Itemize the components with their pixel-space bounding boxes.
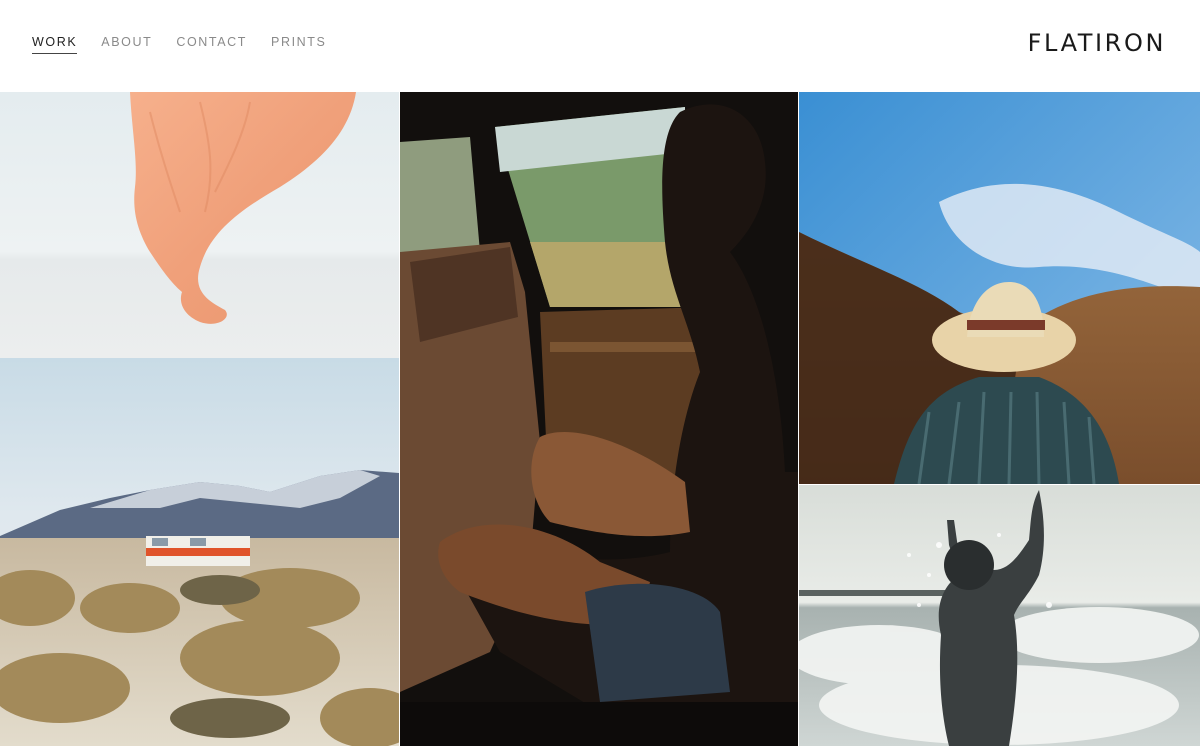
site-header: WORK ABOUT CONTACT PRINTS FLATIRON: [0, 0, 1200, 92]
photo-man-straw-hat[interactable]: [799, 92, 1200, 484]
nav-item-work[interactable]: WORK: [32, 35, 78, 54]
main-nav: WORK ABOUT CONTACT PRINTS: [32, 35, 350, 54]
nav-item-about[interactable]: ABOUT: [101, 35, 152, 54]
photo-peach-fabric[interactable]: [0, 92, 399, 358]
nav-item-contact[interactable]: CONTACT: [176, 35, 247, 54]
photo-woman-splashing-ocean[interactable]: [799, 485, 1200, 746]
site-logo[interactable]: FLATIRON: [1028, 29, 1166, 57]
nav-item-prints[interactable]: PRINTS: [271, 35, 326, 54]
photo-desert-trailer[interactable]: [0, 358, 399, 746]
photo-woman-in-car[interactable]: [400, 92, 798, 746]
photo-gallery: [0, 92, 1200, 746]
